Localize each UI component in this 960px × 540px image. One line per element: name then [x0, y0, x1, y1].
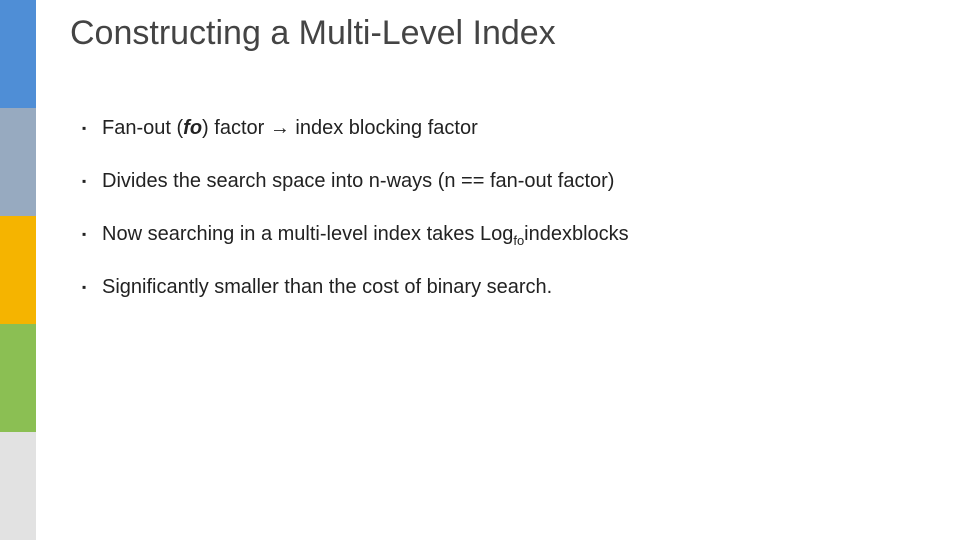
bullet-item: ▪ Divides the search space into n-ways (…: [82, 169, 920, 194]
text-frag: index blocking factor: [290, 117, 478, 139]
strip-seg-ltgrey: [0, 432, 36, 540]
text-frag: indexblocks: [524, 223, 629, 245]
bullet-marker-icon: ▪: [82, 228, 92, 240]
bullet-text: Divides the search space into n-ways (n …: [102, 169, 614, 194]
bullet-marker-icon: ▪: [82, 122, 92, 134]
bullet-item: ▪ Fan-out (fo) factor → index blocking f…: [82, 116, 920, 141]
left-color-strip: [0, 0, 36, 540]
bullet-text: Significantly smaller than the cost of b…: [102, 275, 552, 300]
text-frag: Fan-out (: [102, 117, 183, 139]
strip-seg-greyblue: [0, 108, 36, 216]
bullet-marker-icon: ▪: [82, 175, 92, 187]
arrow-icon: →: [270, 117, 290, 139]
text-frag: Now searching in a multi-level index tak…: [102, 223, 513, 245]
bullet-text: Now searching in a multi-level index tak…: [102, 222, 629, 247]
text-frag-fo: fo: [183, 117, 202, 139]
text-frag-sub: fo: [513, 233, 524, 248]
bullet-text: Fan-out (fo) factor → index blocking fac…: [102, 116, 478, 141]
strip-seg-olive: [0, 324, 36, 432]
strip-seg-blue: [0, 0, 36, 108]
bullet-marker-icon: ▪: [82, 281, 92, 293]
slide-body: ▪ Fan-out (fo) factor → index blocking f…: [82, 116, 920, 328]
slide-title: Constructing a Multi-Level Index: [70, 14, 556, 53]
bullet-item: ▪ Now searching in a multi-level index t…: [82, 222, 920, 247]
text-frag: ) factor: [202, 117, 270, 139]
bullet-item: ▪ Significantly smaller than the cost of…: [82, 275, 920, 300]
strip-seg-gold: [0, 216, 36, 324]
